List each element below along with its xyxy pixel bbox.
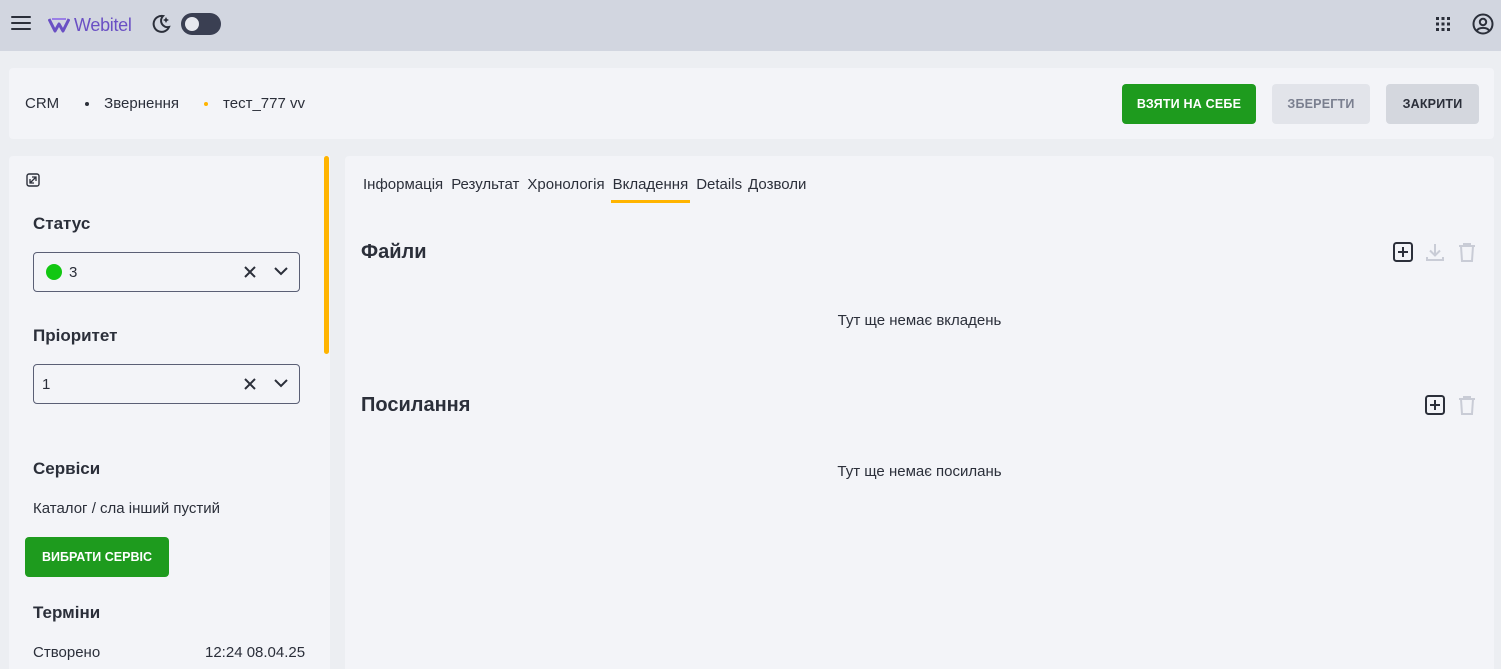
case-header: CRM Звернення тест_777 vv ВЗЯТИ НА СЕБЕ … bbox=[9, 68, 1494, 139]
links-section-title: Посилання bbox=[361, 394, 471, 416]
case-content: Інформація Результат Хронологія Вкладенн… bbox=[345, 156, 1494, 669]
brand-name: Webitel bbox=[74, 14, 132, 35]
moon-icon bbox=[152, 14, 171, 33]
clear-icon[interactable] bbox=[243, 377, 257, 391]
status-value: 3 bbox=[69, 264, 78, 281]
breadcrumb-current-case: тест_777 vv bbox=[223, 95, 305, 112]
status-select[interactable]: 3 bbox=[33, 252, 300, 292]
created-value: 12:24 08.04.25 bbox=[205, 644, 306, 661]
status-color-dot bbox=[46, 264, 62, 280]
top-bar: Webitel bbox=[0, 0, 1501, 51]
add-link-icon[interactable] bbox=[1425, 395, 1445, 415]
delete-files-icon[interactable] bbox=[1457, 242, 1477, 262]
save-button[interactable]: ЗБЕРЕГТИ bbox=[1272, 84, 1370, 124]
close-button[interactable]: ЗАКРИТИ bbox=[1386, 84, 1479, 124]
files-empty-message: Тут ще немає вкладень bbox=[837, 312, 1002, 329]
tab-information[interactable]: Інформація bbox=[363, 176, 443, 204]
breadcrumb-separator-current bbox=[204, 101, 209, 106]
tab-permissions[interactable]: Дозволи bbox=[748, 176, 806, 204]
choose-service-button[interactable]: ВИБРАТИ СЕРВІС bbox=[25, 537, 169, 577]
download-icon[interactable] bbox=[1425, 242, 1445, 262]
add-file-icon[interactable] bbox=[1393, 242, 1413, 262]
menu-icon[interactable] bbox=[11, 15, 31, 32]
sidebar-scrollbar[interactable] bbox=[324, 156, 329, 354]
dark-mode-toggle[interactable] bbox=[181, 13, 221, 35]
tab-chronology[interactable]: Хронологія bbox=[527, 176, 604, 204]
tab-attachments[interactable]: Вкладення bbox=[610, 176, 690, 204]
terms-label: Терміни bbox=[33, 603, 101, 622]
webitel-logo-icon bbox=[48, 18, 70, 33]
theme-switcher bbox=[151, 13, 221, 35]
breadcrumb-separator bbox=[85, 101, 90, 106]
tab-details[interactable]: Details bbox=[696, 176, 742, 204]
created-label: Створено bbox=[33, 644, 101, 661]
collapse-panel-icon[interactable] bbox=[26, 173, 40, 187]
breadcrumb-cases[interactable]: Звернення bbox=[104, 95, 179, 112]
status-label: Статус bbox=[33, 214, 91, 233]
breadcrumb: CRM Звернення тест_777 vv bbox=[25, 95, 305, 112]
case-sidebar: Статус 3 Пріоритет 1 Сервіси Каталог / с… bbox=[9, 156, 330, 669]
chevron-down-icon[interactable] bbox=[274, 266, 288, 276]
priority-value: 1 bbox=[42, 376, 51, 393]
clear-icon[interactable] bbox=[243, 265, 257, 279]
links-empty-message: Тут ще немає посилань bbox=[837, 463, 1002, 480]
webitel-logo[interactable]: Webitel bbox=[48, 13, 132, 37]
files-section-title: Файли bbox=[361, 241, 427, 263]
tab-result[interactable]: Результат bbox=[451, 176, 519, 204]
services-value: Каталог / сла інший пустий bbox=[33, 500, 220, 517]
breadcrumb-crm[interactable]: CRM bbox=[25, 95, 59, 112]
priority-select[interactable]: 1 bbox=[33, 364, 300, 404]
priority-label: Пріоритет bbox=[33, 326, 118, 345]
delete-links-icon[interactable] bbox=[1457, 395, 1477, 415]
take-case-button[interactable]: ВЗЯТИ НА СЕБЕ bbox=[1122, 84, 1256, 124]
tab-bar: Інформація Результат Хронологія Вкладенн… bbox=[363, 176, 806, 204]
apps-grid-icon[interactable] bbox=[1435, 16, 1451, 32]
chevron-down-icon[interactable] bbox=[274, 378, 288, 388]
services-label: Сервіси bbox=[33, 459, 101, 478]
user-account-icon[interactable] bbox=[1472, 13, 1494, 35]
